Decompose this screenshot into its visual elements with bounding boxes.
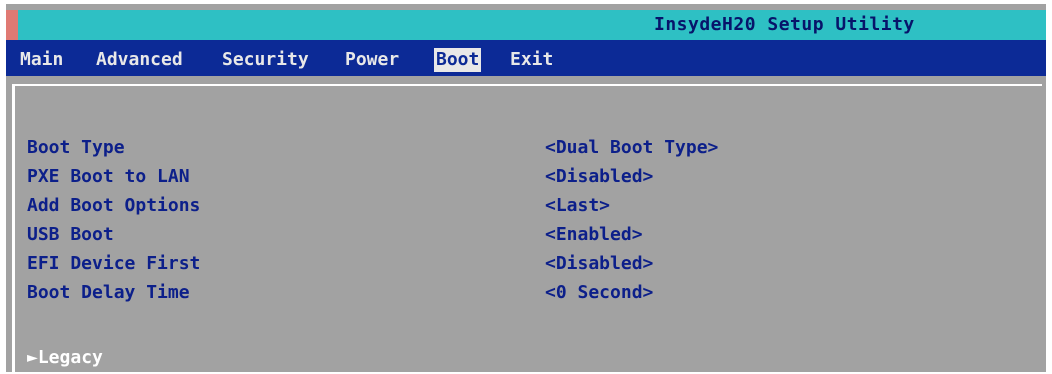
tab-main[interactable]: Main bbox=[18, 48, 65, 72]
setting-value-usb-boot[interactable]: <Enabled> bbox=[545, 221, 643, 249]
setting-value-boot-delay-time[interactable]: <0 Second> bbox=[545, 279, 653, 307]
app-title: InsydeH20 Setup Utility bbox=[654, 14, 915, 35]
setting-label-add-boot-options[interactable]: Add Boot Options bbox=[27, 192, 200, 220]
submenu-arrow-icon: ► bbox=[27, 347, 38, 368]
title-accent-bar bbox=[6, 10, 18, 40]
submenu-legacy-label: Legacy bbox=[37, 347, 103, 368]
setting-label-efi-device-first[interactable]: EFI Device First bbox=[27, 250, 200, 278]
setting-value-boot-type[interactable]: <Dual Boot Type> bbox=[545, 134, 718, 162]
bios-screen: InsydeH20 Setup Utility Main Advanced Se… bbox=[6, 4, 1046, 372]
tab-exit[interactable]: Exit bbox=[508, 48, 555, 72]
title-bar: InsydeH20 Setup Utility bbox=[6, 10, 1046, 40]
setting-label-pxe-boot-to-lan[interactable]: PXE Boot to LAN bbox=[27, 163, 190, 191]
setting-value-efi-device-first[interactable]: <Disabled> bbox=[545, 250, 653, 278]
setting-value-add-boot-options[interactable]: <Last> bbox=[545, 192, 610, 220]
submenu-legacy[interactable]: ►Legacy bbox=[27, 344, 103, 372]
tab-power[interactable]: Power bbox=[343, 48, 401, 72]
tab-security[interactable]: Security bbox=[220, 48, 311, 72]
setting-label-boot-type[interactable]: Boot Type bbox=[27, 134, 125, 162]
tab-advanced[interactable]: Advanced bbox=[94, 48, 185, 72]
boot-settings-panel: Boot Type <Dual Boot Type> PXE Boot to L… bbox=[12, 84, 1042, 372]
tab-boot[interactable]: Boot bbox=[434, 48, 482, 72]
setting-value-pxe-boot-to-lan[interactable]: <Disabled> bbox=[545, 163, 653, 191]
setting-label-usb-boot[interactable]: USB Boot bbox=[27, 221, 114, 249]
menu-bar: Main Advanced Security Power Boot Exit bbox=[6, 40, 1046, 76]
setting-label-boot-delay-time[interactable]: Boot Delay Time bbox=[27, 279, 190, 307]
